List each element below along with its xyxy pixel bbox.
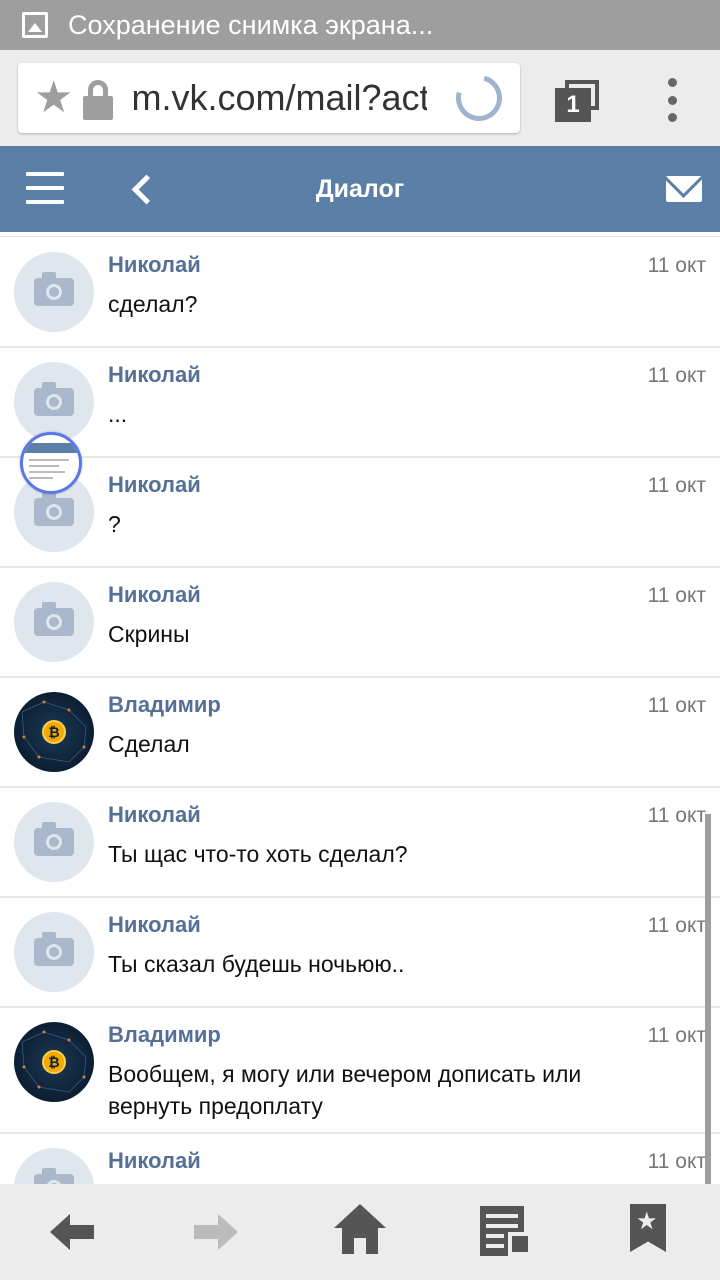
tabs-button[interactable]: 1 bbox=[555, 80, 599, 124]
avatar[interactable] bbox=[14, 1148, 94, 1184]
bitcoin-avatar[interactable]: ₿ bbox=[14, 1022, 94, 1102]
bitcoin-icon: ₿ bbox=[42, 1050, 66, 1074]
reading-mode-icon[interactable] bbox=[480, 1204, 536, 1260]
tab-count: 1 bbox=[555, 88, 591, 122]
screenshot-preview-bubble[interactable] bbox=[20, 432, 82, 494]
avatar[interactable] bbox=[14, 912, 94, 992]
message-row[interactable]: Николай 11 окт... bbox=[0, 348, 720, 458]
message-date: 11 окт bbox=[647, 364, 706, 387]
message-date: 11 окт bbox=[647, 1150, 706, 1173]
lock-icon bbox=[79, 72, 119, 124]
message-date: 11 окт bbox=[647, 254, 706, 277]
message-text: Вообщем, я могу или вечером дописать или… bbox=[108, 1061, 582, 1119]
image-icon bbox=[22, 12, 48, 38]
message-list[interactable]: Николай 11 окт сделал? Николай 11 окт... Нико… bbox=[0, 232, 720, 1184]
bookmark-star-icon[interactable]: ★ bbox=[34, 76, 73, 120]
avatar[interactable] bbox=[14, 802, 94, 882]
home-icon[interactable] bbox=[332, 1204, 388, 1260]
browser-toolbar: ★ m.vk.com/mail?act 1 bbox=[0, 50, 720, 146]
message-row[interactable]: Николай 11 окт? bbox=[0, 458, 720, 568]
message-row[interactable]: ₿ Владимир 11 окт Вообщем, я могу или вечер… bbox=[0, 1008, 720, 1134]
message-author[interactable]: Николай bbox=[108, 362, 201, 388]
camera-icon bbox=[34, 602, 74, 636]
message-author[interactable]: Николай bbox=[108, 252, 201, 278]
message-author[interactable]: Николай bbox=[108, 1148, 201, 1174]
message-row[interactable]: Николай 11 окт Ты сказал будешь ночьюю.. bbox=[0, 898, 720, 1008]
app-header: Диалог bbox=[0, 146, 720, 232]
avatar[interactable] bbox=[14, 582, 94, 662]
message-date: 11 окт bbox=[647, 694, 706, 717]
message-row[interactable]: Николай 11 окт Скрины bbox=[0, 568, 720, 678]
message-author[interactable]: Николай bbox=[108, 582, 201, 608]
message-text: Ты щас что-то хоть сделал? bbox=[108, 841, 408, 867]
message-author[interactable]: Николай bbox=[108, 472, 201, 498]
back-arrow-icon[interactable] bbox=[130, 173, 160, 205]
avatar[interactable] bbox=[14, 252, 94, 332]
forward-icon[interactable] bbox=[190, 1204, 246, 1260]
camera-icon bbox=[34, 382, 74, 416]
camera-icon bbox=[34, 492, 74, 526]
scrollbar[interactable] bbox=[705, 814, 711, 1184]
message-author[interactable]: Владимир bbox=[108, 1022, 221, 1048]
bookmarks-icon[interactable]: ★ bbox=[628, 1204, 684, 1260]
camera-icon bbox=[34, 272, 74, 306]
message-date: 11 окт bbox=[647, 804, 706, 827]
url-text[interactable]: m.vk.com/mail?act bbox=[131, 77, 427, 119]
status-bar: Сохранение снимка экрана... bbox=[0, 0, 720, 50]
bitcoin-icon: ₿ bbox=[42, 720, 66, 744]
message-author[interactable]: Николай bbox=[108, 802, 201, 828]
message-date: 11 окт bbox=[647, 1024, 706, 1047]
reload-icon[interactable] bbox=[447, 66, 511, 130]
divider bbox=[0, 236, 720, 237]
back-icon[interactable] bbox=[46, 1204, 102, 1260]
message-row[interactable]: Николай 11 окт сделал? bbox=[0, 238, 720, 348]
mail-icon[interactable] bbox=[666, 176, 702, 202]
address-bar[interactable]: ★ m.vk.com/mail?act bbox=[18, 63, 520, 133]
message-date: 11 окт bbox=[647, 584, 706, 607]
message-text: ? bbox=[108, 511, 121, 537]
overflow-menu-icon[interactable] bbox=[664, 78, 680, 122]
message-text: Ты сказал будешь ночьюю.. bbox=[108, 951, 405, 977]
hamburger-menu-icon[interactable] bbox=[26, 172, 64, 204]
message-date: 11 окт bbox=[647, 474, 706, 497]
message-text: Скрины bbox=[108, 621, 190, 647]
camera-icon bbox=[34, 822, 74, 856]
bitcoin-avatar[interactable]: ₿ bbox=[14, 692, 94, 772]
status-notification-text: Сохранение снимка экрана... bbox=[68, 9, 434, 40]
bottom-navigation: ★ bbox=[0, 1184, 720, 1280]
message-text: Сделал bbox=[108, 731, 190, 757]
message-author[interactable]: Владимир bbox=[108, 692, 221, 718]
camera-icon bbox=[34, 1168, 74, 1184]
message-date: 11 окт bbox=[647, 914, 706, 937]
camera-icon bbox=[34, 932, 74, 966]
message-row[interactable]: Николай 11 окт Ты щас что-то хоть сделал? bbox=[0, 788, 720, 898]
avatar[interactable] bbox=[14, 362, 94, 442]
message-row[interactable]: Николай 11 окт bbox=[0, 1134, 720, 1184]
message-text: сделал? bbox=[108, 291, 198, 317]
page-title: Диалог bbox=[315, 175, 405, 203]
message-author[interactable]: Николай bbox=[108, 912, 201, 938]
message-text: ... bbox=[108, 401, 128, 427]
message-row[interactable]: ₿ Владимир 11 окт Сделал bbox=[0, 678, 720, 788]
